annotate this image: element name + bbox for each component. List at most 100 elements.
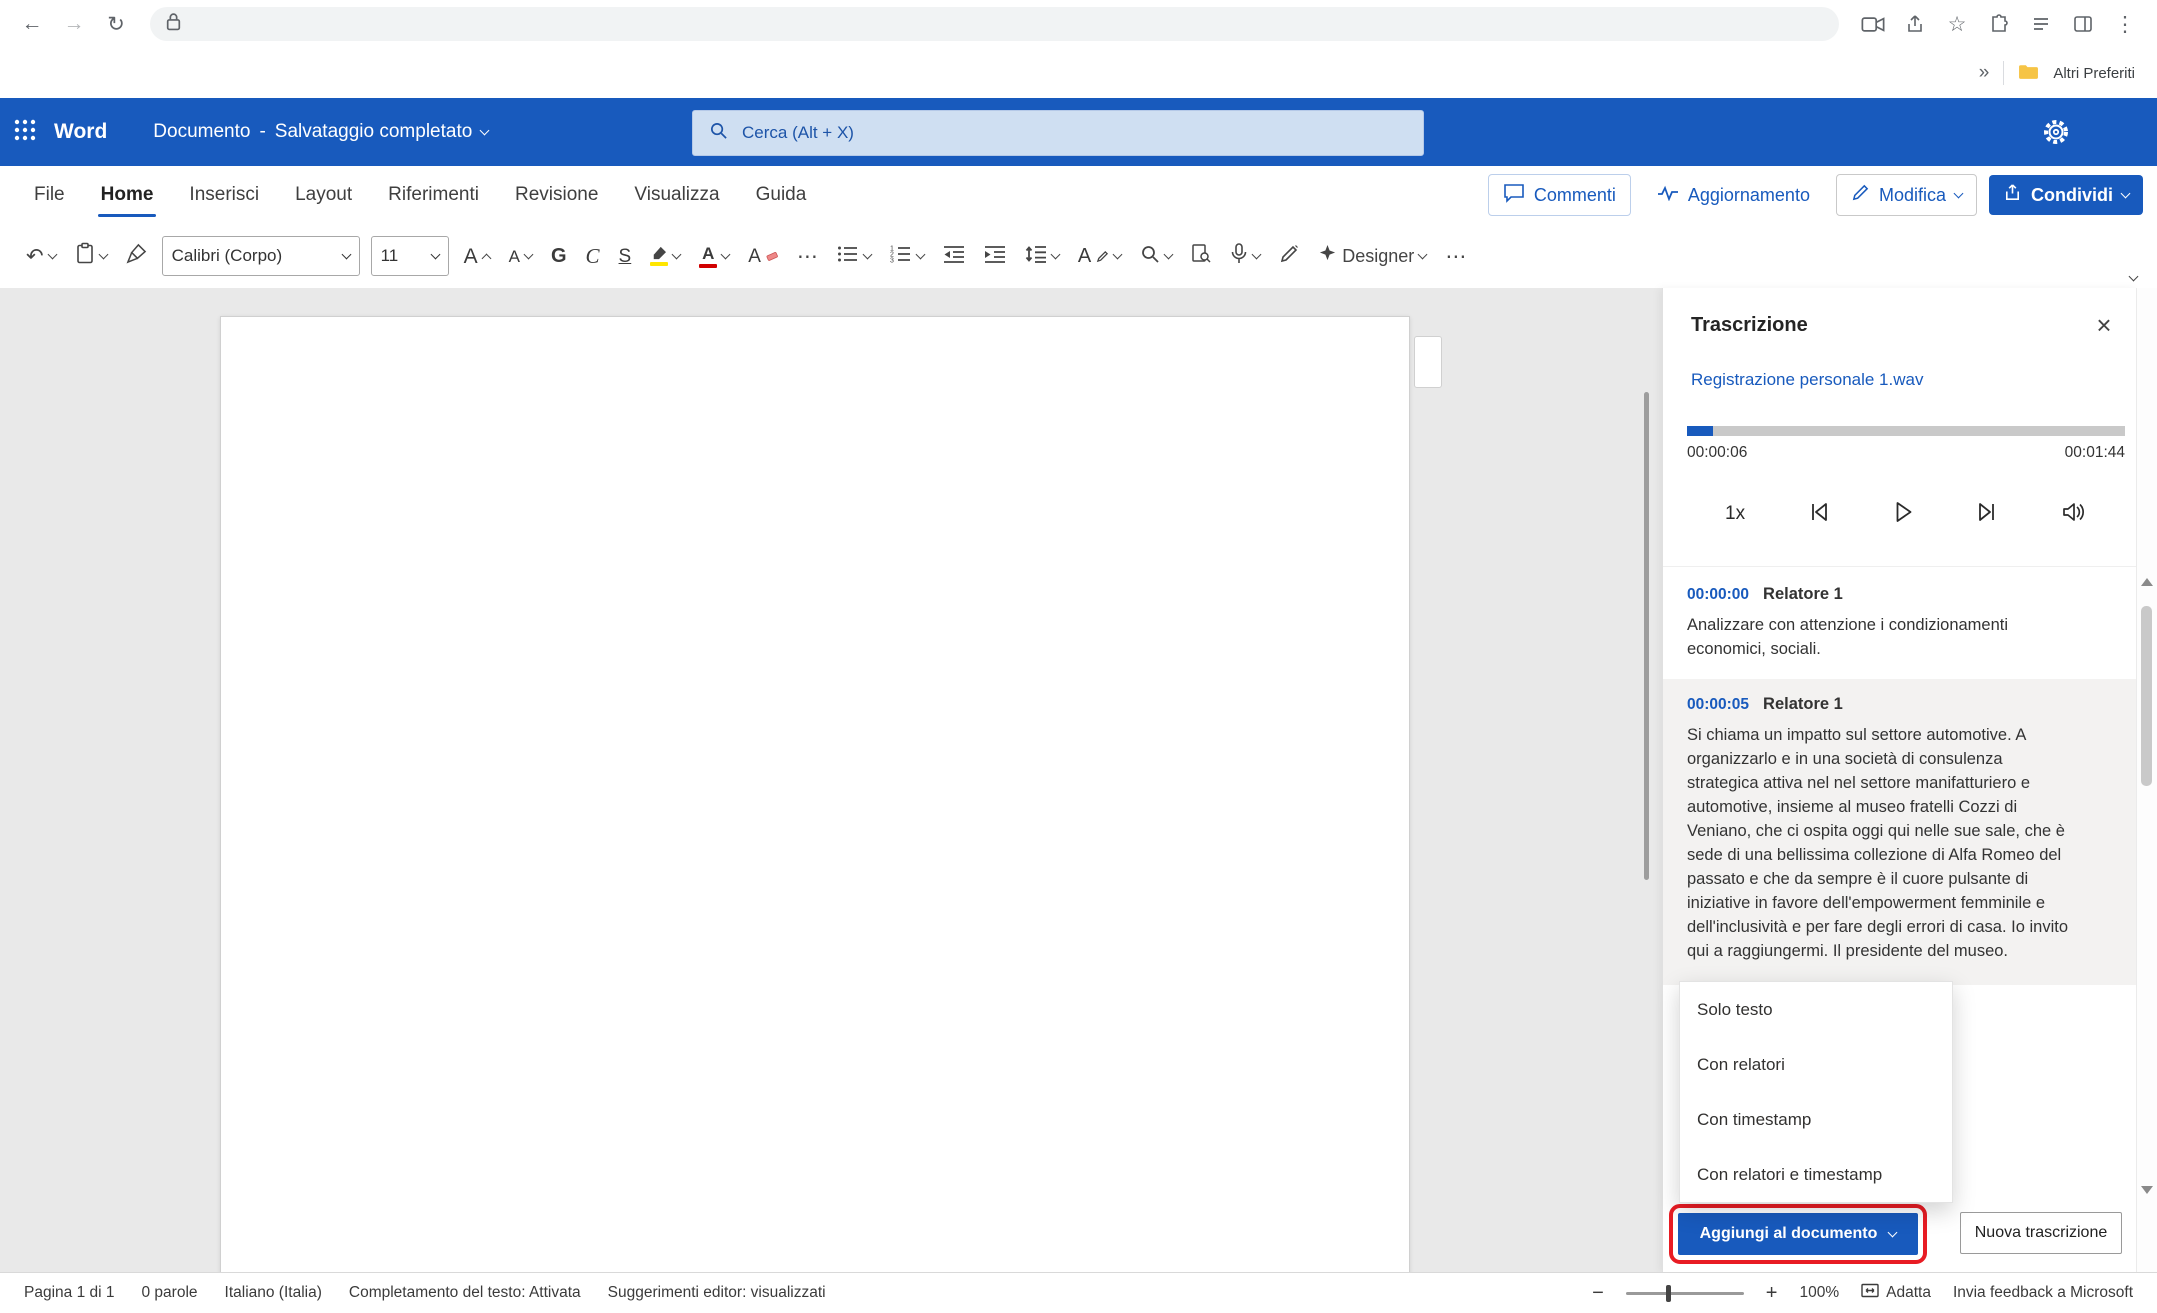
chevron-down-icon[interactable] [1113, 250, 1123, 260]
language-indicator[interactable]: Italiano (Italia) [225, 1284, 322, 1302]
bookmark-star-icon[interactable]: ☆ [1939, 6, 1975, 42]
zoom-in-icon[interactable]: + [1766, 1282, 1778, 1305]
skip-back-icon[interactable] [1808, 500, 1830, 529]
chevron-down-icon[interactable] [862, 250, 872, 260]
tab-list-icon[interactable] [2023, 6, 2059, 42]
zoom-slider-thumb[interactable] [1666, 1285, 1671, 1302]
zoom-slider[interactable] [1626, 1292, 1744, 1295]
app-name[interactable]: Word [54, 120, 107, 144]
more-toolbar-button[interactable]: ⋯ [1441, 235, 1470, 277]
find-button[interactable] [1136, 235, 1176, 277]
video-camera-icon[interactable] [1855, 6, 1891, 42]
menu-kebab-icon[interactable]: ⋮ [2107, 6, 2143, 42]
word-count[interactable]: 0 parole [142, 1284, 198, 1302]
audio-progress-bar[interactable] [1687, 426, 2125, 436]
new-transcription-button[interactable]: Nuova trascrizione [1960, 1212, 2122, 1254]
format-painter-button[interactable] [122, 235, 151, 277]
grow-font-button[interactable]: A [460, 235, 494, 277]
dictate-button[interactable] [1226, 235, 1264, 277]
bullets-button[interactable] [833, 235, 875, 277]
chevron-down-icon[interactable] [1050, 250, 1060, 260]
text-completion-status[interactable]: Completamento del testo: Attivata [349, 1284, 581, 1302]
ribbon-collapse-chevron-icon[interactable] [2129, 272, 2139, 282]
header-search[interactable] [692, 110, 1424, 156]
chevron-down-icon[interactable] [47, 250, 57, 260]
page-count[interactable]: Pagina 1 di 1 [24, 1284, 115, 1302]
comment-gutter-stub[interactable] [1414, 336, 1442, 388]
play-icon[interactable] [1893, 500, 1914, 529]
forward-icon[interactable]: → [56, 6, 92, 42]
skip-forward-icon[interactable] [1976, 500, 1998, 529]
recording-file-link[interactable]: Registrazione personale 1.wav [1691, 370, 1923, 390]
add-to-document-button[interactable]: Aggiungi al documento [1678, 1213, 1918, 1255]
numbering-button[interactable]: 1 2 3 [886, 235, 928, 277]
underline-button[interactable]: S [615, 235, 636, 277]
undo-button[interactable]: ↶ [22, 235, 60, 277]
tab-inserisci[interactable]: Inserisci [171, 166, 277, 224]
updates-button[interactable]: Aggiornamento [1643, 175, 1824, 215]
more-formatting-button[interactable]: ⋯ [793, 235, 822, 277]
entry-timestamp[interactable]: 00:00:05 [1687, 696, 1749, 714]
shrink-font-button[interactable]: A [505, 235, 536, 277]
share-button[interactable]: Condividi [1989, 175, 2143, 215]
extensions-icon[interactable] [1981, 6, 2017, 42]
chevron-down-icon[interactable] [721, 250, 731, 260]
fit-button[interactable]: Adatta [1861, 1283, 1931, 1303]
scroll-up-arrow-icon[interactable] [2141, 578, 2153, 586]
document-page[interactable] [220, 316, 1410, 1313]
other-bookmarks-label[interactable]: Altri Preferiti [2053, 65, 2135, 82]
zoom-out-icon[interactable]: − [1592, 1282, 1604, 1305]
back-icon[interactable]: ← [14, 6, 50, 42]
chevron-down-icon[interactable] [1164, 250, 1174, 260]
editing-mode-button[interactable]: Modifica [1836, 174, 1977, 216]
hidden-bookmarks-chevron-icon[interactable]: » [1979, 62, 1990, 84]
lookup-button[interactable] [1187, 235, 1215, 277]
transcript-entry[interactable]: 00:00:05 Relatore 1 Si chiama un impatto… [1663, 679, 2137, 985]
tab-riferimenti[interactable]: Riferimenti [370, 166, 497, 224]
reload-icon[interactable]: ↻ [98, 6, 134, 42]
search-input[interactable] [740, 122, 1407, 144]
document-scrollbar-thumb[interactable] [1644, 392, 1649, 880]
font-size-combo[interactable]: 11 [371, 236, 449, 276]
side-panel-icon[interactable] [2065, 6, 2101, 42]
font-color-button[interactable]: A [695, 235, 733, 277]
settings-gear-icon[interactable] [2043, 119, 2069, 150]
feedback-link[interactable]: Invia feedback a Microsoft [1953, 1284, 2133, 1302]
tab-home[interactable]: Home [83, 166, 172, 224]
chevron-down-icon[interactable] [915, 250, 925, 260]
line-spacing-button[interactable] [1021, 235, 1063, 277]
bold-button[interactable]: G [547, 235, 571, 277]
paste-button[interactable] [71, 235, 111, 277]
chevron-down-icon[interactable] [672, 250, 682, 260]
increase-indent-button[interactable] [980, 235, 1010, 277]
editor-suggestions-status[interactable]: Suggerimenti editor: visualizzati [608, 1284, 826, 1302]
close-icon[interactable]: × [2087, 308, 2121, 342]
styles-button[interactable]: A [1074, 235, 1125, 277]
share-icon[interactable] [1897, 6, 1933, 42]
playback-speed-button[interactable]: 1x [1725, 503, 1745, 525]
menu-item-con-timestamp[interactable]: Con timestamp [1680, 1092, 1952, 1147]
menu-item-solo-testo[interactable]: Solo testo [1680, 982, 1952, 1037]
transcript-entry[interactable]: 00:00:00 Relatore 1 Analizzare con atten… [1663, 567, 2137, 679]
volume-icon[interactable] [2061, 501, 2087, 528]
panel-scrollbar-thumb[interactable] [2141, 606, 2152, 786]
menu-item-con-relatori-e-timestamp[interactable]: Con relatori e timestamp [1680, 1147, 1952, 1202]
font-name-combo[interactable]: Calibri (Corpo) [162, 236, 360, 276]
apps-grid-icon[interactable] [14, 119, 36, 146]
menu-item-con-relatori[interactable]: Con relatori [1680, 1037, 1952, 1092]
chevron-down-icon[interactable] [1252, 250, 1262, 260]
chevron-down-icon[interactable] [480, 126, 490, 136]
italic-button[interactable]: C [582, 235, 604, 277]
entry-timestamp[interactable]: 00:00:00 [1687, 586, 1749, 604]
tab-visualizza[interactable]: Visualizza [616, 166, 737, 224]
address-bar[interactable] [150, 7, 1839, 41]
zoom-level[interactable]: 100% [1799, 1284, 1839, 1302]
tab-file[interactable]: File [16, 166, 83, 224]
tab-guida[interactable]: Guida [738, 166, 825, 224]
chevron-down-icon[interactable] [1418, 250, 1428, 260]
tab-revisione[interactable]: Revisione [497, 166, 616, 224]
designer-button[interactable]: Designer [1314, 235, 1430, 277]
chevron-down-icon[interactable] [98, 250, 108, 260]
clear-format-button[interactable]: A [744, 235, 782, 277]
decrease-indent-button[interactable] [939, 235, 969, 277]
